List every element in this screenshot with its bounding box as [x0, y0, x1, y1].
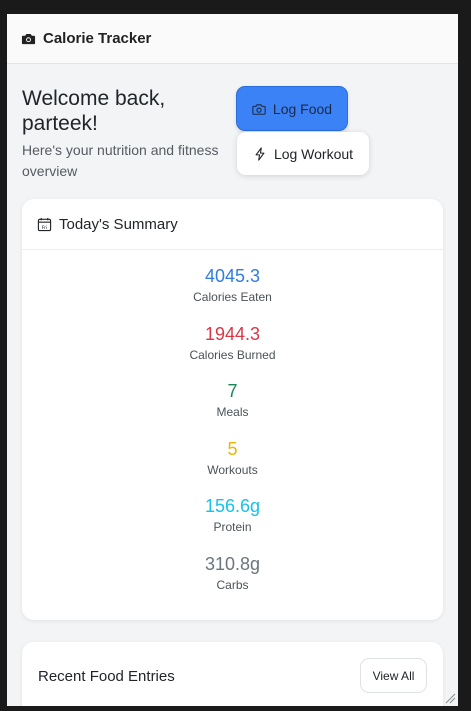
summary-header: Fri Today's Summary: [22, 199, 443, 250]
stat-calories-burned: 1944.3 Calories Burned: [22, 322, 443, 380]
stat-label: Calories Burned: [189, 347, 276, 362]
summary-card: Fri Today's Summary 4045.3 Calories Eate…: [22, 199, 443, 620]
log-workout-label: Log Workout: [273, 145, 354, 162]
welcome-title: Welcome back, parteek!: [22, 87, 166, 135]
stat-calories-eaten: 4045.3 Calories Eaten: [22, 264, 443, 322]
stat-label: Calories Eaten: [193, 290, 272, 304]
stat-value: 310.8g: [204, 553, 261, 574]
stat-value: 1944.3: [204, 323, 261, 344]
view-all-button[interactable]: View All: [360, 658, 427, 693]
stat-carbs: 310.8g Carbs: [22, 552, 443, 610]
resize-grip-icon[interactable]: [445, 693, 456, 704]
calendar-icon: Fri: [37, 217, 52, 231]
stat-label: Meals: [216, 405, 249, 419]
stat-value: 156.6g: [204, 496, 261, 516]
calendar-icon-text: Fri: [42, 224, 48, 230]
camera-icon: [252, 103, 266, 115]
stat-label: Protein: [213, 520, 252, 534]
summary-stats: 4045.3 Calories Eaten 1944.3 Calories Bu…: [22, 250, 443, 609]
stat-protein: 156.6g Protein: [22, 494, 443, 552]
brand-link[interactable]: Calorie Tracker: [21, 30, 151, 47]
navbar: Calorie Tracker: [7, 14, 458, 64]
lightning-icon: [255, 146, 265, 161]
stat-value: 5: [227, 438, 238, 459]
log-food-button[interactable]: Log Food: [236, 86, 348, 131]
welcome-section: Welcome back, parteek! Here's your nutri…: [22, 86, 232, 182]
log-food-label: Log Food: [272, 100, 333, 117]
recent-entries-title: Recent Food Entries: [38, 668, 175, 685]
app-window: Calorie Tracker Welcome back, parteek! H…: [7, 14, 458, 706]
camera-icon: [21, 34, 36, 45]
recent-entries-card: Recent Food Entries View All: [22, 642, 443, 706]
stat-workouts: 5 Workouts: [22, 437, 443, 495]
stat-label: Carbs: [216, 577, 249, 592]
log-workout-button[interactable]: Log Workout: [237, 132, 369, 175]
stat-value: 4045.3: [204, 266, 261, 286]
brand-title: Calorie Tracker: [43, 30, 152, 47]
stat-label: Workouts: [207, 462, 258, 477]
welcome-subtitle: Here's your nutrition and fitness overvi…: [22, 142, 219, 179]
stat-meals: 7 Meals: [22, 379, 443, 437]
summary-title: Today's Summary: [59, 215, 178, 233]
stat-value: 7: [227, 381, 238, 401]
